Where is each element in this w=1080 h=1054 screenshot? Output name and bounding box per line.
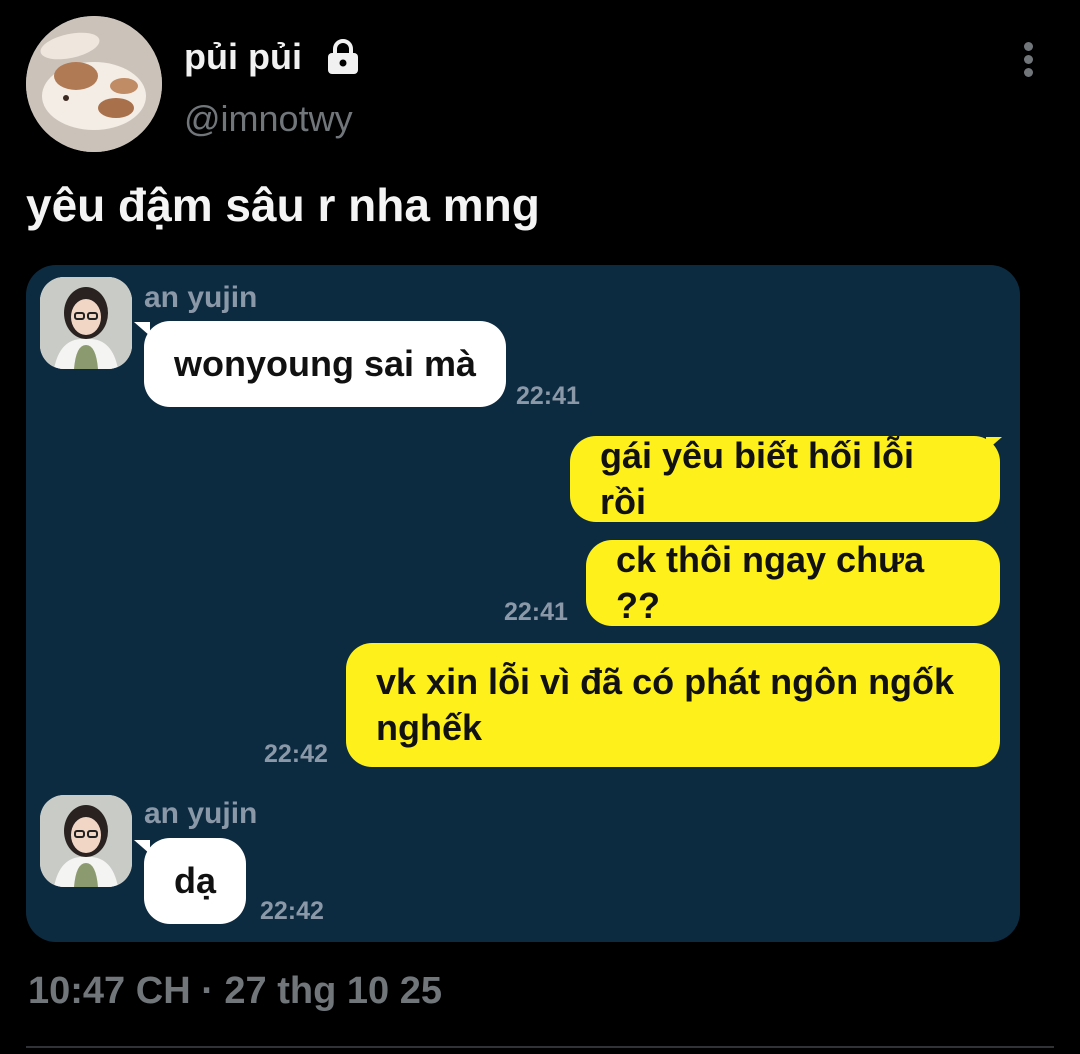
message-text-line1: vk xin lỗi vì đã có phát ngôn ngốk <box>376 661 955 702</box>
user-handle[interactable]: @imnotwy <box>184 98 353 140</box>
tweet-media-image[interactable]: an yujin wonyoung sai mà 22:41 gái yêu b… <box>26 265 1020 942</box>
message-bubble-incoming[interactable]: dạ <box>144 838 246 924</box>
sender-name: an yujin <box>144 797 258 830</box>
message-bubble-outgoing[interactable]: ck thôi ngay chưa ?? <box>586 539 1000 626</box>
bunny-photo-icon <box>26 16 162 152</box>
message-text: ck thôi ngay chưa ?? <box>616 539 925 626</box>
profile-avatar[interactable] <box>26 16 162 152</box>
message-bubble-outgoing[interactable]: vk xin lỗi vì đã có phát ngôn ngốk nghếk <box>346 643 1000 767</box>
chat-avatar <box>40 795 132 887</box>
message-time: 22:41 <box>516 382 580 410</box>
sender-name: an yujin <box>144 281 258 314</box>
message-text: wonyoung sai mà <box>174 343 477 384</box>
tweet-text: yêu đậm sâu r nha mng <box>26 179 540 231</box>
message-bubble-incoming[interactable]: wonyoung sai mà <box>144 321 507 407</box>
message-bubble-outgoing[interactable]: gái yêu biết hối lỗi rồi <box>570 435 1000 522</box>
message-time: 22:42 <box>264 740 328 768</box>
more-options-icon[interactable] <box>1022 42 1034 78</box>
tweet-timestamp[interactable]: 10:47 CH · 27 thg 10 25 <box>28 970 442 1013</box>
display-name[interactable]: pủi pủi <box>184 36 302 78</box>
message-time: 22:42 <box>260 897 324 925</box>
message-text-line2: nghếk <box>376 707 483 748</box>
message-text: gái yêu biết hối lỗi rồi <box>600 435 915 522</box>
display-name-row[interactable]: pủi pủi <box>184 36 362 78</box>
chat-avatar <box>40 277 132 369</box>
divider <box>26 1046 1054 1048</box>
message-time: 22:41 <box>504 598 568 626</box>
message-text: dạ <box>174 860 217 901</box>
lock-icon <box>327 39 358 74</box>
